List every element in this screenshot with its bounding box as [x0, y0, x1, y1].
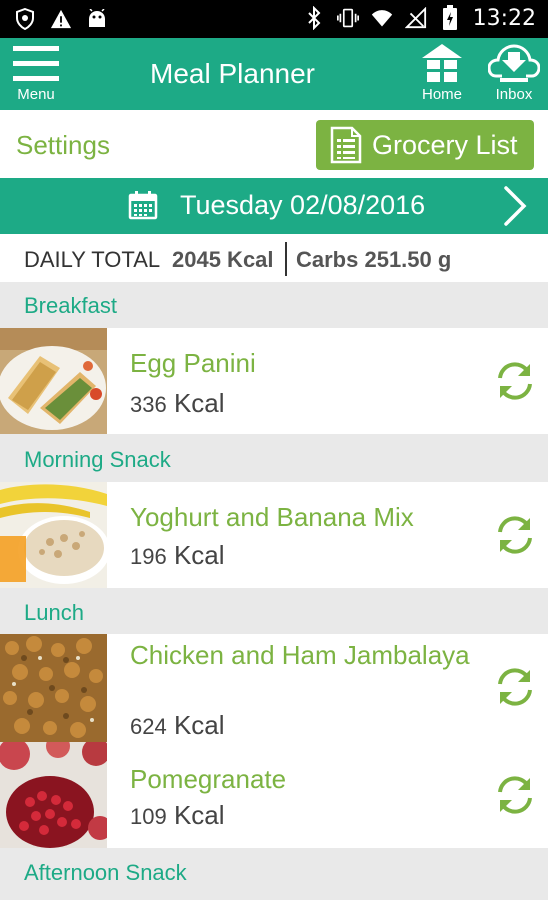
next-day-chevron-icon[interactable]: [498, 184, 532, 228]
meal-name: Chicken and Ham Jambalaya: [130, 640, 470, 670]
date-bar: Tuesday 02/08/2016: [0, 178, 548, 234]
section-header-lunch: Lunch: [0, 588, 548, 634]
menu-button[interactable]: Menu: [8, 38, 64, 110]
home-label: Home: [421, 86, 462, 103]
android-icon: [86, 6, 108, 32]
meal-name: Yoghurt and Banana Mix: [130, 502, 414, 532]
list-document-icon: [330, 126, 362, 164]
warning-icon: [50, 6, 72, 32]
pomegranate-photo: [0, 742, 107, 848]
daily-total-label: DAILY TOTAL: [24, 247, 161, 272]
app-title: Meal Planner: [150, 58, 315, 89]
grocery-list-button[interactable]: Grocery List: [316, 120, 534, 170]
divider: [285, 242, 287, 276]
meal-row[interactable]: Pomegranate 109 Kcal: [0, 742, 548, 848]
meal-kcal: 196 Kcal: [130, 540, 225, 570]
inbox-label: Inbox: [495, 86, 533, 103]
meal-row[interactable]: Chicken and Ham Jambalaya 624 Kcal: [0, 634, 548, 742]
hamburger-icon: [13, 46, 59, 81]
grocery-list-label: Grocery List: [372, 129, 518, 160]
daily-total-carbs: Carbs 251.50 g: [296, 247, 452, 272]
meal-kcal: 109 Kcal: [130, 800, 225, 830]
no-signal-icon: [404, 5, 427, 31]
meal-name: Egg Panini: [130, 348, 256, 378]
swap-meal-icon[interactable]: [494, 774, 536, 816]
meal-name: Pomegranate: [130, 764, 287, 794]
clock-time: 13:22: [472, 5, 536, 31]
inbox-download-icon: [488, 44, 540, 82]
home-icon: [422, 44, 462, 82]
calendar-icon[interactable]: [128, 190, 158, 220]
meal-row[interactable]: Egg Panini 336 Kcal: [0, 328, 548, 434]
section-header-afternoon-snack: Afternoon Snack: [0, 848, 548, 900]
shield-icon: [14, 6, 36, 32]
menu-label: Menu: [17, 86, 55, 103]
jambalaya-photo: [0, 634, 107, 742]
current-date: Tuesday 02/08/2016: [180, 190, 426, 220]
settings-link[interactable]: Settings: [16, 130, 110, 161]
swap-meal-icon[interactable]: [494, 360, 536, 402]
bluetooth-icon: [303, 5, 325, 31]
daily-total-kcal: 2045 Kcal: [172, 247, 274, 272]
battery-icon: [439, 5, 461, 31]
swap-meal-icon[interactable]: [494, 514, 536, 556]
meal-row[interactable]: Yoghurt and Banana Mix 196 Kcal: [0, 482, 548, 588]
meal-kcal: 624 Kcal: [130, 710, 225, 740]
section-header-morning-snack: Morning Snack: [0, 434, 548, 482]
daily-total-bar: DAILY TOTAL 2045 Kcal Carbs 251.50 g: [0, 234, 548, 282]
wifi-icon: [371, 5, 393, 31]
section-header-breakfast: Breakfast: [0, 282, 548, 328]
egg-panini-photo: [0, 328, 107, 434]
vibrate-icon: [336, 5, 359, 31]
status-bar: 13:22: [0, 0, 548, 38]
yoghurt-banana-photo: [0, 482, 107, 588]
home-button[interactable]: Home: [414, 38, 470, 110]
meal-kcal: 336 Kcal: [130, 388, 225, 418]
inbox-button[interactable]: Inbox: [484, 38, 544, 110]
swap-meal-icon[interactable]: [494, 666, 536, 708]
settings-row: Settings Grocery List: [0, 110, 548, 178]
app-header: Menu Meal Planner Home Inbox: [0, 38, 548, 110]
